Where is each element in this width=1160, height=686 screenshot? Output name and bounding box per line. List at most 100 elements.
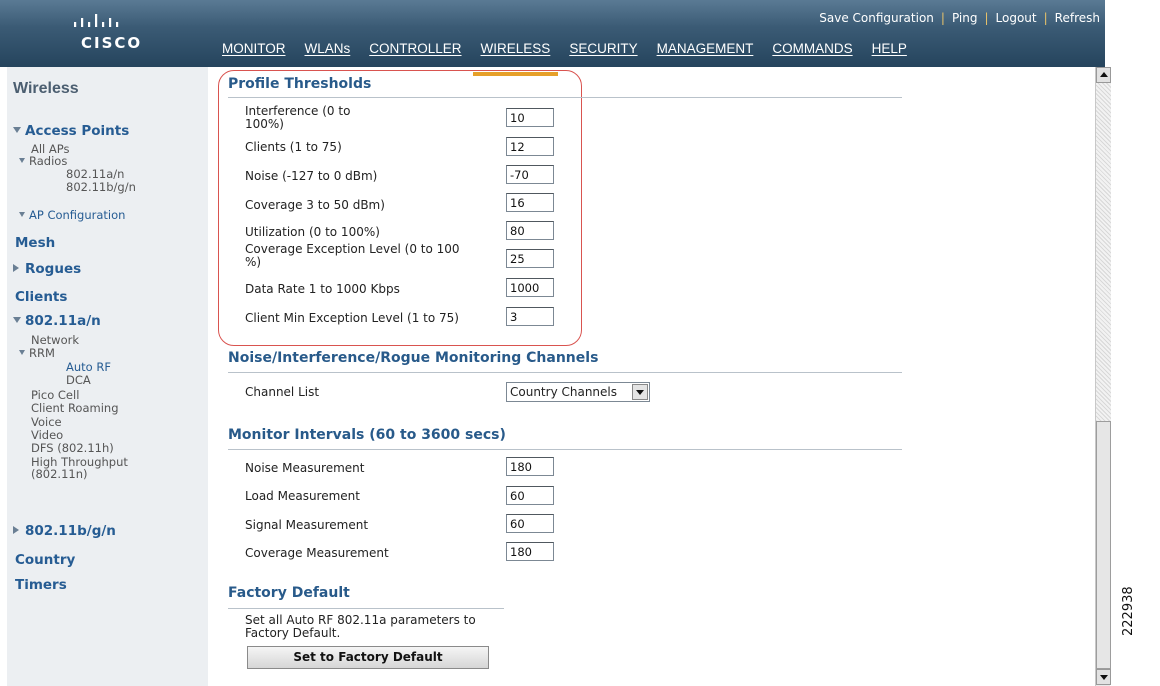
sidebar-item-auto-rf[interactable]: Auto RF xyxy=(66,361,111,373)
channel-list-value: Country Channels xyxy=(510,385,618,399)
vertical-scrollbar[interactable] xyxy=(1095,67,1111,686)
sidebar-item-label: 802.11a/n xyxy=(25,313,101,329)
sidebar: Wireless Access Points All APs Radios 80… xyxy=(7,67,208,686)
sidebar-item-802-11a[interactable]: 802.11a/n xyxy=(13,313,101,329)
sidebar-item-high-throughput[interactable]: High Throughput (802.11n) xyxy=(31,456,128,480)
sidebar-item-radio-a[interactable]: 802.11a/n xyxy=(66,168,124,180)
sidebar-item-rrm[interactable]: RRM xyxy=(19,347,55,359)
sidebar-item-country[interactable]: Country xyxy=(15,552,75,568)
interference-field[interactable]: 10 xyxy=(506,108,554,127)
load-measurement-field[interactable]: 60 xyxy=(506,486,554,505)
sidebar-item-timers[interactable]: Timers xyxy=(15,577,67,593)
sidebar-item-label: (802.11n) xyxy=(31,467,88,481)
channel-list-select[interactable]: Country Channels xyxy=(506,382,650,402)
sidebar-item-client-roaming[interactable]: Client Roaming xyxy=(31,402,119,414)
data-rate-field[interactable]: 1000 xyxy=(506,278,554,297)
sidebar-item-802-11bg[interactable]: 802.11b/g/n xyxy=(13,523,116,539)
sidebar-item-label: Radios xyxy=(29,154,68,168)
coverage-field[interactable]: 16 xyxy=(506,193,554,212)
sidebar-item-rogues[interactable]: Rogues xyxy=(13,261,81,277)
label-signal-measurement: Signal Measurement xyxy=(245,518,369,532)
figure-number: 222938 xyxy=(1121,586,1136,636)
coverage-exception-field[interactable]: 25 xyxy=(506,249,554,268)
sidebar-title: Wireless xyxy=(13,80,79,97)
section-divider xyxy=(228,97,902,98)
label-noise-measurement: Noise Measurement xyxy=(245,461,365,475)
label-interference: Interference (0 to 100%) xyxy=(245,104,351,131)
nav-monitor[interactable]: MONITOR xyxy=(222,41,298,67)
logout-link[interactable]: Logout xyxy=(996,11,1037,25)
nav-commands[interactable]: COMMANDS xyxy=(772,41,864,67)
cisco-logo: CISCO xyxy=(0,0,210,67)
sidebar-item-label: AP Configuration xyxy=(29,208,126,222)
scroll-thumb[interactable] xyxy=(1096,421,1111,669)
nav-security[interactable]: SECURITY xyxy=(569,41,649,67)
sidebar-item-radios[interactable]: Radios xyxy=(19,155,67,167)
main-content: Profile Thresholds Interference (0 to 100… xyxy=(213,67,1095,686)
factory-default-description: Set all Auto RF 802.11a parameters to Fa… xyxy=(245,613,476,640)
sidebar-item-clients[interactable]: Clients xyxy=(15,289,67,305)
sidebar-item-mesh[interactable]: Mesh xyxy=(15,235,55,251)
expanded-arrow-icon xyxy=(13,127,21,133)
nav-controller[interactable]: CONTROLLER xyxy=(369,41,473,67)
clients-field[interactable]: 12 xyxy=(506,137,554,156)
logo-text: CISCO xyxy=(81,34,143,52)
sidebar-item-ap-configuration[interactable]: AP Configuration xyxy=(19,209,125,221)
section-divider xyxy=(228,372,902,373)
section-title-factory-default: Factory Default xyxy=(228,585,350,601)
collapsed-arrow-icon xyxy=(13,264,19,272)
sidebar-item-label: Rogues xyxy=(25,261,82,277)
client-min-exception-field[interactable]: 3 xyxy=(506,307,554,326)
nav-help[interactable]: HELP xyxy=(872,41,919,67)
signal-measurement-field[interactable]: 60 xyxy=(506,514,554,533)
coverage-measurement-field[interactable]: 180 xyxy=(506,542,554,561)
sidebar-item-label: Access Points xyxy=(25,123,130,139)
top-header: CISCO Save Configuration | Ping | Logout | Ref… xyxy=(0,0,1105,76)
nav-wireless[interactable]: WIRELESS xyxy=(472,41,563,76)
noise-measurement-field[interactable]: 180 xyxy=(506,457,554,476)
label-coverage: Coverage 3 to 50 dBm) xyxy=(245,198,385,212)
main-nav: MONITOR WLANs CONTROLLER WIRELESS SECURI… xyxy=(222,41,926,76)
nav-management[interactable]: MANAGEMENT xyxy=(657,41,766,67)
label-clients: Clients (1 to 75) xyxy=(245,140,342,154)
expanded-arrow-icon xyxy=(19,350,25,355)
sidebar-item-network[interactable]: Network xyxy=(31,334,79,346)
label-client-min-exception: Client Min Exception Level (1 to 75) xyxy=(245,311,459,325)
sidebar-item-dca[interactable]: DCA xyxy=(66,374,91,386)
set-factory-default-button[interactable]: Set to Factory Default xyxy=(247,646,489,669)
label-noise: Noise (-127 to 0 dBm) xyxy=(245,169,378,183)
nav-wlans[interactable]: WLANs xyxy=(305,41,363,67)
utility-links: Save Configuration | Ping | Logout | Refresh xyxy=(819,11,1100,25)
section-title-monitoring-channels: Noise/Interference/Rogue Monitoring Chan… xyxy=(228,350,599,366)
sidebar-item-pico-cell[interactable]: Pico Cell xyxy=(31,389,79,401)
sidebar-item-label: RRM xyxy=(29,346,55,360)
label-data-rate: Data Rate 1 to 1000 Kbps xyxy=(245,282,400,296)
expanded-arrow-icon xyxy=(13,317,21,323)
utilization-field[interactable]: 80 xyxy=(506,221,554,240)
section-title-profile-thresholds: Profile Thresholds xyxy=(228,76,372,92)
label-load-measurement: Load Measurement xyxy=(245,489,360,503)
sidebar-item-video[interactable]: Video xyxy=(31,429,63,441)
refresh-link[interactable]: Refresh xyxy=(1055,11,1100,25)
scroll-track[interactable] xyxy=(1096,83,1111,421)
expanded-arrow-icon xyxy=(19,212,25,217)
sidebar-item-voice[interactable]: Voice xyxy=(31,416,62,428)
section-title-monitor-intervals: Monitor Intervals (60 to 3600 secs) xyxy=(228,427,506,443)
collapsed-arrow-icon xyxy=(13,526,19,534)
sidebar-item-access-points[interactable]: Access Points xyxy=(13,123,129,139)
section-divider xyxy=(228,608,504,609)
chevron-down-icon[interactable] xyxy=(632,384,648,400)
cisco-bridge-icon xyxy=(74,14,119,27)
sidebar-item-dfs[interactable]: DFS (802.11h) xyxy=(31,442,114,454)
expanded-arrow-icon xyxy=(19,158,25,163)
sidebar-item-radio-bg[interactable]: 802.11b/g/n xyxy=(66,181,136,193)
noise-field[interactable]: -70 xyxy=(506,165,554,184)
ping-link[interactable]: Ping xyxy=(952,11,978,25)
sidebar-item-label: 802.11b/g/n xyxy=(25,523,116,539)
save-configuration-link[interactable]: Save Configuration xyxy=(819,11,934,25)
label-coverage-exception: Coverage Exception Level (0 to 100%) xyxy=(245,242,460,269)
label-channel-list: Channel List xyxy=(245,385,320,399)
scroll-up-icon[interactable] xyxy=(1096,67,1111,83)
scroll-down-icon[interactable] xyxy=(1096,669,1111,685)
label-coverage-measurement: Coverage Measurement xyxy=(245,546,389,560)
